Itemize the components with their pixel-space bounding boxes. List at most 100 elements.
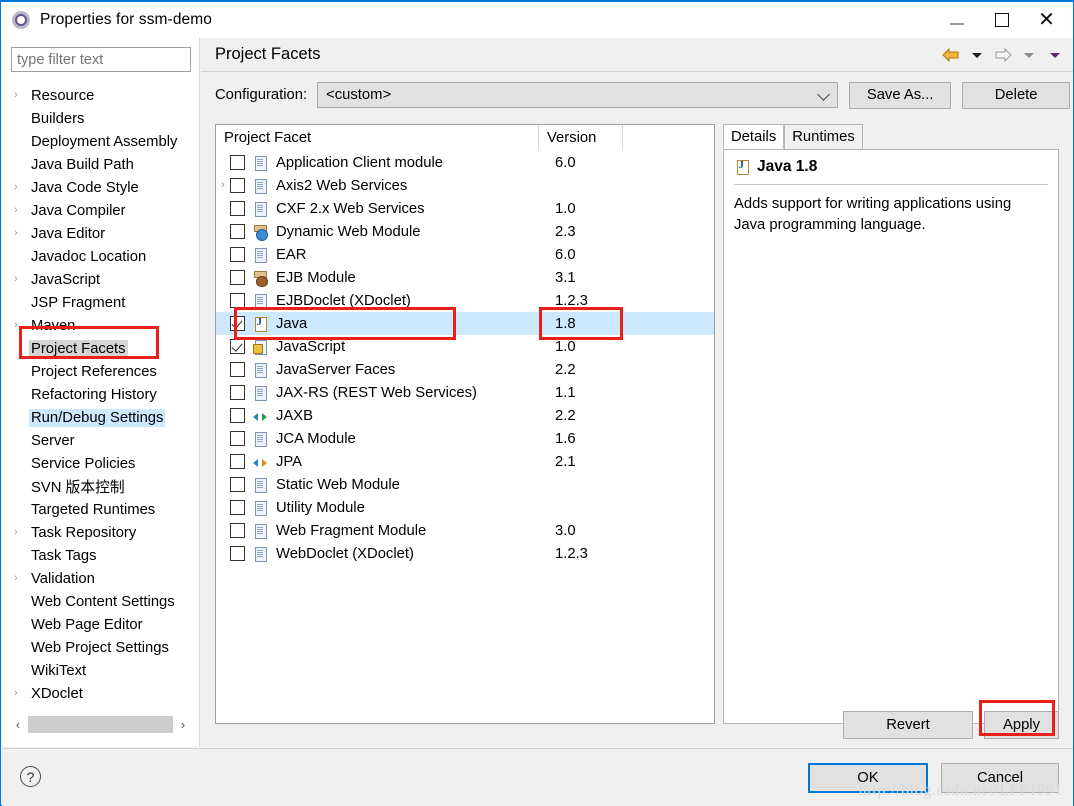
project-facets-table[interactable]: Project Facet Version Application Client… [215,124,715,724]
sidebar-item-maven[interactable]: › Maven [2,314,199,337]
apply-button[interactable]: Apply [984,711,1059,739]
sidebar-item-jsp-fragment[interactable]: JSP Fragment [2,291,199,314]
facet-version[interactable]: 1.2.3 [555,546,588,562]
facet-checkbox[interactable] [230,362,245,377]
sidebar-item-service-policies[interactable]: Service Policies [2,452,199,475]
delete-button[interactable]: Delete [962,81,1071,109]
column-header-project-facet[interactable]: Project Facet [216,125,538,151]
sidebar-item-project-references[interactable]: Project References [2,360,199,383]
facet-checkbox[interactable] [230,224,245,239]
tab-details[interactable]: Details [723,124,785,149]
facet-checkbox[interactable] [230,454,245,469]
chevron-right-icon[interactable]: › [216,180,230,191]
facet-version[interactable]: 1.8 [555,316,576,332]
facet-checkbox[interactable] [230,500,245,515]
table-row[interactable]: JAXB 2.2 [216,404,714,427]
table-row[interactable]: Static Web Module [216,473,714,496]
back-menu-chevron-down-icon[interactable] [965,43,989,67]
sidebar-item-javadoc-location[interactable]: Javadoc Location [2,245,199,268]
sidebar-item-targeted-runtimes[interactable]: Targeted Runtimes [2,498,199,521]
back-arrow-icon[interactable] [939,43,963,67]
facet-checkbox[interactable] [230,385,245,400]
maximize-button[interactable] [979,4,1024,36]
chevron-right-icon[interactable]: › [14,573,29,584]
chevron-right-icon[interactable]: › [14,320,29,331]
revert-button[interactable]: Revert [843,711,973,739]
sidebar-item-task-tags[interactable]: Task Tags [2,544,199,567]
facet-version[interactable]: 1.0 [555,201,576,217]
chevron-right-icon[interactable]: › [14,228,29,239]
scroll-left-icon[interactable]: ‹ [8,713,28,735]
facet-version[interactable]: 6.0 [555,247,576,263]
facet-version[interactable]: 1.0 [555,339,576,355]
close-button[interactable]: ✕ [1024,4,1069,36]
table-row[interactable]: JAX-RS (REST Web Services) 1.1 [216,381,714,404]
facet-checkbox[interactable] [230,316,245,331]
table-row[interactable]: Dynamic Web Module 2.3 [216,220,714,243]
table-row[interactable]: EJBDoclet (XDoclet) 1.2.3 [216,289,714,312]
facet-checkbox[interactable] [230,477,245,492]
sidebar-item-java-code-style[interactable]: › Java Code Style [2,176,199,199]
table-row[interactable]: JavaServer Faces 2.2 [216,358,714,381]
sidebar-item-server[interactable]: Server [2,429,199,452]
facet-version[interactable]: 3.0 [555,523,576,539]
sidebar-item-resource[interactable]: › Resource [2,84,199,107]
sidebar-item-builders[interactable]: Builders [2,107,199,130]
sidebar-item-refactoring-history[interactable]: Refactoring History [2,383,199,406]
table-row[interactable]: › Axis2 Web Services [216,174,714,197]
facet-version[interactable]: 2.3 [555,224,576,240]
view-menu-chevron-down-icon[interactable] [1043,43,1067,67]
table-row[interactable]: JavaScript 1.0 [216,335,714,358]
sidebar-horizontal-scrollbar[interactable]: ‹ › [8,713,193,735]
facet-version[interactable]: 6.0 [555,155,576,171]
chevron-right-icon[interactable]: › [14,274,29,285]
table-row[interactable]: JCA Module 1.6 [216,427,714,450]
facet-checkbox[interactable] [230,270,245,285]
sidebar-item-java-editor[interactable]: › Java Editor [2,222,199,245]
chevron-right-icon[interactable]: › [14,205,29,216]
facet-checkbox[interactable] [230,408,245,423]
facet-checkbox[interactable] [230,431,245,446]
help-icon[interactable]: ? [20,766,41,787]
facet-checkbox[interactable] [230,339,245,354]
chevron-right-icon[interactable]: › [14,688,29,699]
sidebar-item-javascript[interactable]: › JavaScript [2,268,199,291]
table-row[interactable]: Utility Module [216,496,714,519]
table-row[interactable]: WebDoclet (XDoclet) 1.2.3 [216,542,714,565]
table-row[interactable]: JPA 2.1 [216,450,714,473]
facet-checkbox[interactable] [230,247,245,262]
facet-checkbox[interactable] [230,201,245,216]
sidebar-item-xdoclet[interactable]: › XDoclet [2,682,199,704]
sidebar-item-web-project-settings[interactable]: Web Project Settings [2,636,199,659]
facet-version[interactable]: 3.1 [555,270,576,286]
scroll-right-icon[interactable]: › [173,713,193,735]
sidebar-item-java-compiler[interactable]: › Java Compiler [2,199,199,222]
scrollbar-thumb[interactable] [28,715,173,733]
facet-version[interactable]: 2.1 [555,454,576,470]
configuration-select[interactable]: <custom> [317,82,839,108]
tab-runtimes[interactable]: Runtimes [784,124,863,149]
table-row[interactable]: Application Client module 6.0 [216,151,714,174]
minimize-button[interactable] [934,4,979,36]
sidebar-item-project-facets[interactable]: Project Facets [2,337,199,360]
chevron-right-icon[interactable]: › [14,527,29,538]
table-row[interactable]: Web Fragment Module 3.0 [216,519,714,542]
chevron-right-icon[interactable]: › [14,182,29,193]
sidebar-item-web-content-settings[interactable]: Web Content Settings [2,590,199,613]
sidebar-item-run-debug-settings[interactable]: Run/Debug Settings [2,406,199,429]
facet-version[interactable]: 1.2.3 [555,293,588,309]
facet-checkbox[interactable] [230,155,245,170]
table-row[interactable]: EAR 6.0 [216,243,714,266]
sidebar-item-java-build-path[interactable]: Java Build Path [2,153,199,176]
facet-version[interactable]: 1.1 [555,385,576,401]
sidebar-item-svn[interactable]: SVN 版本控制 [2,475,199,498]
facet-checkbox[interactable] [230,546,245,561]
table-row[interactable]: EJB Module 3.1 [216,266,714,289]
sidebar-item-deployment-assembly[interactable]: Deployment Assembly [2,130,199,153]
sidebar-item-task-repository[interactable]: › Task Repository [2,521,199,544]
sidebar-item-web-page-editor[interactable]: Web Page Editor [2,613,199,636]
table-row[interactable]: Java 1.8 [216,312,714,335]
filter-input[interactable] [11,47,191,72]
save-as-button[interactable]: Save As... [849,81,952,109]
table-row[interactable]: CXF 2.x Web Services 1.0 [216,197,714,220]
